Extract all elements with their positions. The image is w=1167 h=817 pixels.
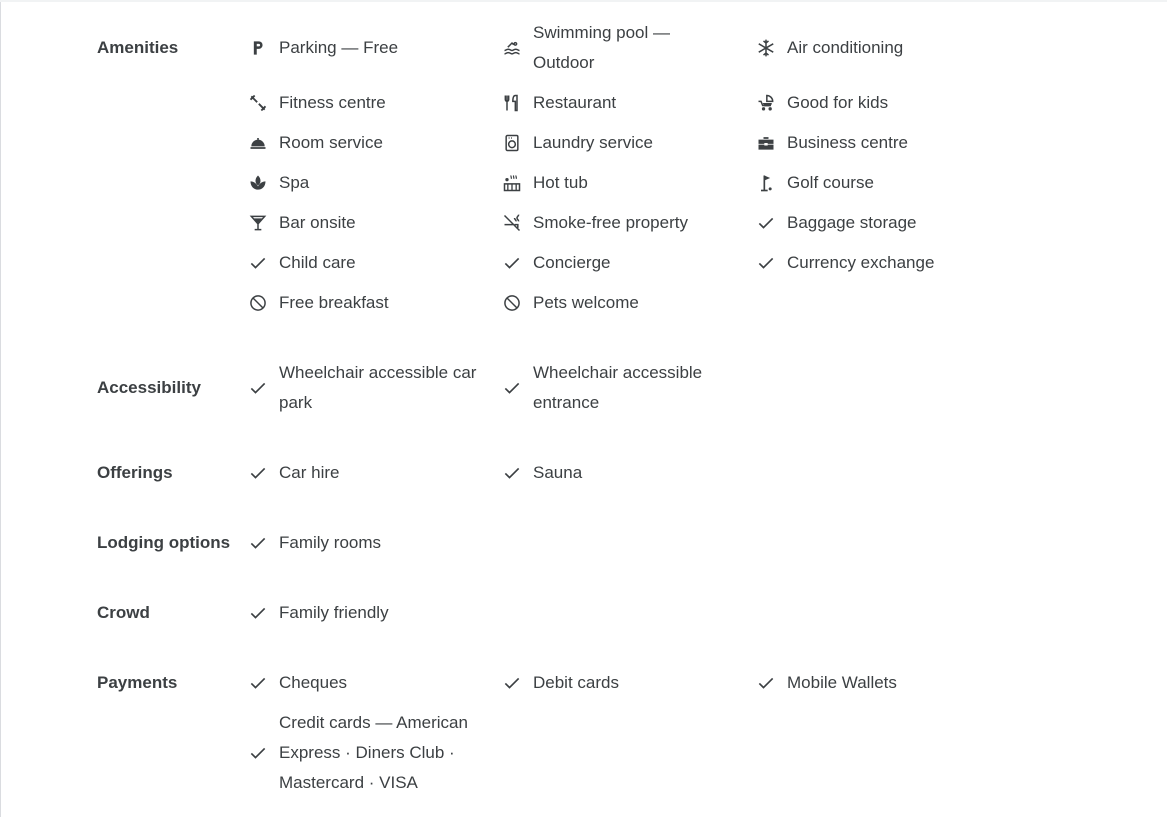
offering-sauna: Sauna (501, 458, 582, 488)
snowflake-icon (755, 37, 777, 59)
amenity-spa: Spa (247, 168, 309, 198)
check-icon (247, 532, 269, 554)
golf-icon (755, 172, 777, 194)
amenity-concierge: Concierge (501, 248, 611, 278)
check-icon (247, 462, 269, 484)
amenity-pets-welcome: Pets welcome (501, 288, 639, 318)
amenity-child-care: Child care (247, 248, 356, 278)
check-icon (755, 252, 777, 274)
not-available-icon (501, 292, 523, 314)
section-label-accessibility: Accessibility (97, 378, 201, 397)
payment-cheques: Cheques (247, 668, 347, 698)
section-amenities: Amenities Parking — Free Swimming pool —… (97, 0, 997, 330)
section-label-payments: Payments (97, 673, 178, 692)
amenity-laundry: Laundry service (501, 128, 653, 158)
section-label-amenities: Amenities (97, 38, 179, 57)
amenity-bar: Bar onsite (247, 208, 356, 238)
section-offerings: Offerings Car hire Sauna (97, 458, 997, 488)
check-icon (501, 672, 523, 694)
section-label-offerings: Offerings (97, 463, 173, 482)
section-label-crowd: Crowd (97, 603, 150, 622)
panel-border (0, 0, 1, 817)
amenity-swimming-pool: Swimming pool — Outdoor (501, 18, 703, 78)
amenity-free-breakfast: Free breakfast (247, 288, 389, 318)
stroller-icon (755, 92, 777, 114)
briefcase-icon (755, 132, 777, 154)
cocktail-icon (247, 212, 269, 234)
section-lodging-options: Lodging options Family rooms (97, 528, 997, 558)
payment-mobile-wallets: Mobile Wallets (755, 668, 897, 698)
check-icon (755, 212, 777, 234)
amenity-room-service: Room service (247, 128, 383, 158)
laundry-icon (501, 132, 523, 154)
spa-icon (247, 172, 269, 194)
not-available-icon (247, 292, 269, 314)
amenity-restaurant: Restaurant (501, 88, 616, 118)
accessibility-car-park: Wheelchair accessible car park (247, 358, 499, 418)
amenity-air-conditioning: Air conditioning (755, 33, 903, 63)
parking-icon (247, 37, 269, 59)
check-icon (501, 377, 523, 399)
offering-car-hire: Car hire (247, 458, 339, 488)
amenity-currency-exchange: Currency exchange (755, 248, 934, 278)
amenity-fitness: Fitness centre (247, 88, 386, 118)
section-payments: Payments Cheques Debit cards Mobile Wall… (97, 668, 997, 798)
check-icon (501, 252, 523, 274)
accessibility-entrance: Wheelchair accessible entrance (501, 358, 723, 418)
payment-credit-cards: Credit cards — American Express · Diners… (247, 708, 484, 798)
amenity-good-for-kids: Good for kids (755, 88, 888, 118)
check-icon (247, 602, 269, 624)
smoke-free-icon (501, 212, 523, 234)
hot-tub-icon (501, 172, 523, 194)
fitness-icon (247, 92, 269, 114)
amenity-golf-course: Golf course (755, 168, 874, 198)
check-icon (247, 377, 269, 399)
check-icon (755, 672, 777, 694)
check-icon (247, 672, 269, 694)
check-icon (501, 462, 523, 484)
amenity-baggage-storage: Baggage storage (755, 208, 917, 238)
section-crowd: Crowd Family friendly (97, 598, 997, 628)
section-label-lodging: Lodging options (97, 533, 231, 552)
restaurant-icon (501, 92, 523, 114)
amenity-parking: Parking — Free (247, 33, 398, 63)
lodging-family-rooms: Family rooms (247, 528, 381, 558)
room-service-icon (247, 132, 269, 154)
payment-debit-cards: Debit cards (501, 668, 619, 698)
amenity-hot-tub: Hot tub (501, 168, 588, 198)
pool-icon (501, 37, 523, 59)
check-icon (247, 742, 269, 764)
section-accessibility: Accessibility Wheelchair accessible car … (97, 358, 997, 418)
amenity-smoke-free: Smoke-free property (501, 208, 688, 238)
check-icon (247, 252, 269, 274)
amenity-business-centre: Business centre (755, 128, 908, 158)
crowd-family-friendly: Family friendly (247, 598, 389, 628)
